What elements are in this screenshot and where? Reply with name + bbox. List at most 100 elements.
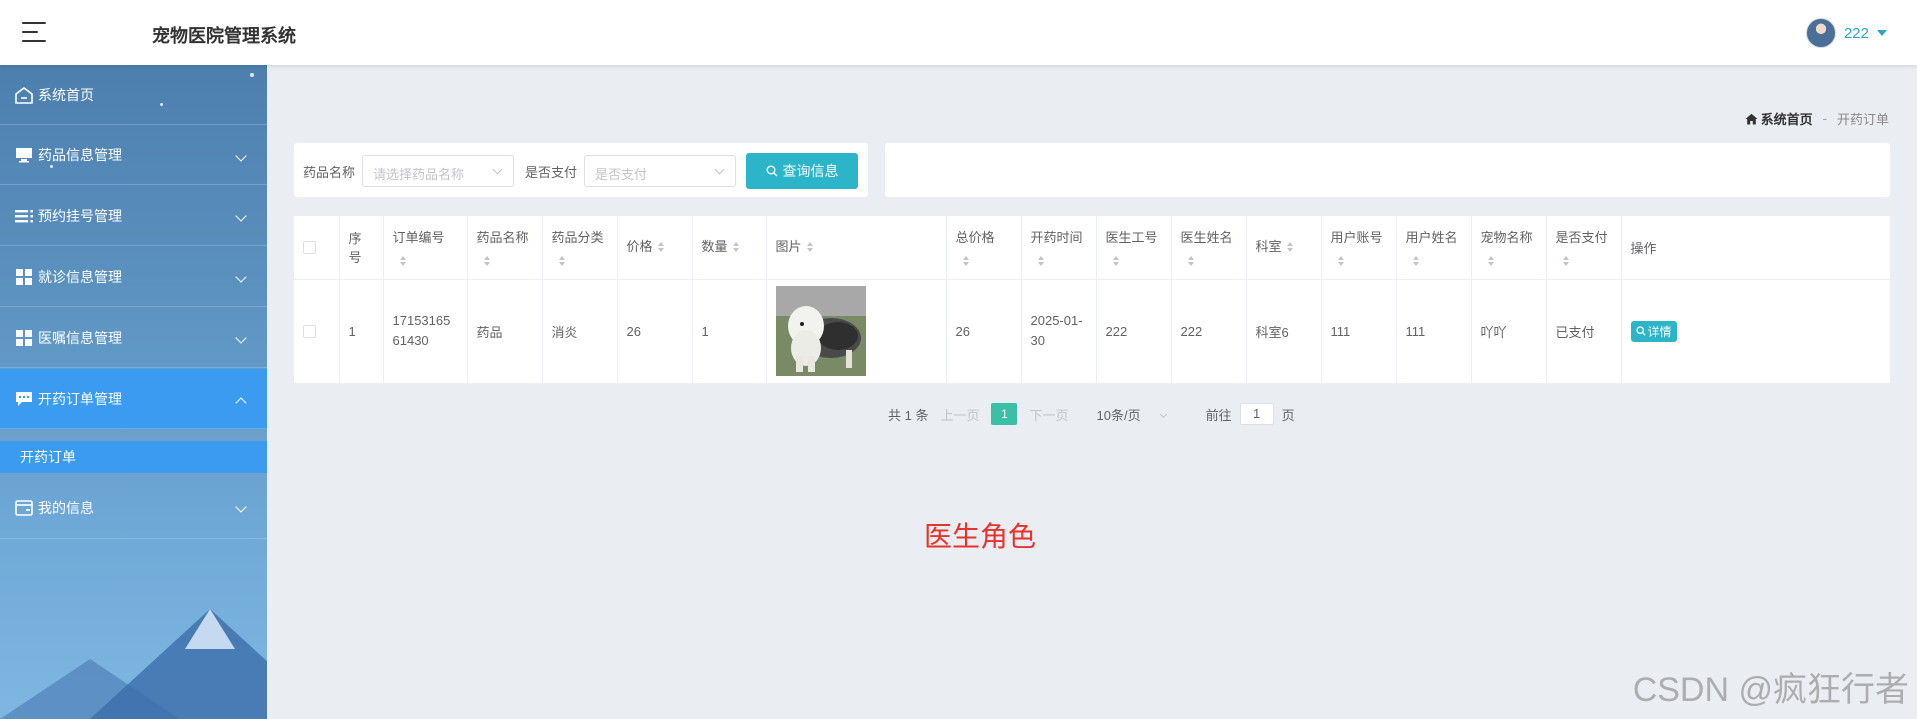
cell-index: 1 xyxy=(339,279,384,384)
row-select-cell[interactable] xyxy=(294,279,340,384)
sidebar-item-label: 药品信息管理 xyxy=(38,147,122,163)
sort-icon[interactable] xyxy=(1412,255,1419,266)
watermark: CSDN @疯狂行者 xyxy=(1632,671,1909,709)
header-drug-name[interactable]: 药品名称 xyxy=(467,216,543,280)
user-name[interactable]: 222 xyxy=(1844,25,1869,42)
avatar[interactable] xyxy=(1805,18,1836,48)
home-icon xyxy=(14,86,34,104)
home-icon xyxy=(1745,113,1758,124)
query-button[interactable]: 查询信息 xyxy=(746,153,858,189)
search-icon xyxy=(1635,326,1646,336)
cell-department: 科室6 xyxy=(1246,279,1322,384)
paid-label: 是否支付 xyxy=(525,165,578,180)
sidebar-item-label: 就诊信息管理 xyxy=(38,268,122,285)
header-department[interactable]: 科室 xyxy=(1246,216,1322,280)
sidebar-item-appointment[interactable]: 预约挂号管理 xyxy=(0,186,267,246)
header-doctor-id[interactable]: 医生工号 xyxy=(1096,216,1172,280)
search-icon xyxy=(766,165,777,177)
caret-down-icon[interactable] xyxy=(1877,30,1887,36)
row-checkbox[interactable] xyxy=(303,324,316,338)
header-quantity[interactable]: 数量 xyxy=(692,216,767,280)
sidebar-item-my-info[interactable]: 我的信息 xyxy=(0,477,267,539)
user-menu[interactable]: 222 xyxy=(1805,18,1887,48)
sort-icon[interactable] xyxy=(1487,255,1494,266)
sidebar-subitem-prescription-order[interactable]: 开药订单 xyxy=(0,441,267,473)
sort-icon[interactable] xyxy=(1112,255,1119,266)
paid-placeholder: 是否支付 xyxy=(595,167,648,182)
cell-quantity: 1 xyxy=(692,279,767,384)
sidebar-item-prescription[interactable]: 开药订单管理 xyxy=(0,369,267,429)
header-total[interactable]: 总价格 xyxy=(946,216,1022,280)
mountain-decoration xyxy=(90,609,267,719)
goto-suffix: 页 xyxy=(1281,407,1295,423)
sort-icon[interactable] xyxy=(657,242,664,253)
breadcrumb-home-label[interactable]: 系统首页 xyxy=(1761,109,1813,128)
table-header-row: 序号 订单编号 药品名称 药品分类 价格 数量 图片 总价格 开药时间 医生工号… xyxy=(294,216,1892,280)
prev-page-button[interactable]: 上一页 xyxy=(940,405,979,424)
sort-icon[interactable] xyxy=(1337,255,1344,266)
sort-icon[interactable] xyxy=(1562,255,1569,266)
sidebar: 系统首页 药品信息管理 预约挂号管理 就诊信息管理 医嘱信息管理 开药订单管理 xyxy=(0,65,267,719)
select-all-checkbox[interactable] xyxy=(303,240,316,254)
header-doctor-name[interactable]: 医生姓名 xyxy=(1171,216,1247,280)
chevron-up-icon xyxy=(235,397,247,409)
sidebar-item-visit[interactable]: 就诊信息管理 xyxy=(0,247,267,307)
table-row: 1 1715316561430 药品 消炎 26 1 26 2025-01-30… xyxy=(294,279,1892,384)
sidebar-item-label: 系统首页 xyxy=(38,86,94,103)
sort-icon[interactable] xyxy=(962,255,969,266)
header-user-account[interactable]: 用户账号 xyxy=(1321,216,1397,280)
page-number-current[interactable]: 1 xyxy=(991,403,1018,425)
pet-photo[interactable] xyxy=(775,286,866,376)
sidebar-item-medical-order[interactable]: 医嘱信息管理 xyxy=(0,308,267,368)
cell-user-account: 111 xyxy=(1321,279,1397,384)
header-pet-name[interactable]: 宠物名称 xyxy=(1471,216,1547,280)
detail-button[interactable]: 详情 xyxy=(1630,320,1677,342)
sort-icon[interactable] xyxy=(1187,255,1194,266)
sort-icon[interactable] xyxy=(732,242,739,253)
sort-icon[interactable] xyxy=(806,242,813,253)
drug-name-select[interactable]: 请选择药品名称 xyxy=(362,155,514,187)
header-image[interactable]: 图片 xyxy=(766,216,947,280)
chat-icon xyxy=(14,390,34,408)
cell-order-no: 1715316561430 xyxy=(383,279,468,384)
cell-doctor-id: 222 xyxy=(1096,279,1172,384)
chevron-down-icon xyxy=(714,164,725,175)
next-page-button[interactable]: 下一页 xyxy=(1029,405,1068,424)
cell-time: 2025-01-30 xyxy=(1021,279,1097,384)
sort-icon[interactable] xyxy=(558,255,565,266)
cell-user-name: 111 xyxy=(1396,279,1472,384)
sidebar-item-label: 我的信息 xyxy=(38,499,94,516)
chevron-down-icon xyxy=(235,150,247,162)
sidebar-item-home[interactable]: 系统首页 xyxy=(0,65,267,125)
header-paid[interactable]: 是否支付 xyxy=(1546,216,1622,280)
goto-page-input[interactable]: 1 xyxy=(1239,403,1274,425)
paid-select[interactable]: 是否支付 xyxy=(584,155,736,187)
breadcrumb-home[interactable]: 系统首页 xyxy=(1745,109,1813,128)
sort-icon[interactable] xyxy=(399,255,406,266)
menu-toggle-icon[interactable] xyxy=(22,22,46,42)
sort-icon[interactable] xyxy=(483,255,490,266)
header-time[interactable]: 开药时间 xyxy=(1021,216,1097,280)
cell-image xyxy=(766,279,947,384)
query-button-label: 查询信息 xyxy=(782,163,839,179)
grid-icon xyxy=(14,268,34,286)
chevron-down-icon xyxy=(235,332,247,344)
sidebar-item-label: 开药订单管理 xyxy=(38,390,122,407)
header-select-all[interactable] xyxy=(294,216,340,280)
chevron-down-icon xyxy=(1159,410,1167,418)
header-order-no[interactable]: 订单编号 xyxy=(383,216,468,280)
header-price[interactable]: 价格 xyxy=(617,216,693,280)
chevron-down-icon xyxy=(235,210,247,222)
pagination: 共 1 条 上一页 1 下一页 10条/页 前往 1 页 xyxy=(888,403,1295,425)
cell-price: 26 xyxy=(617,279,693,384)
page-size-select[interactable]: 10条/页 xyxy=(1096,405,1167,424)
page-size-value: 10条/页 xyxy=(1096,407,1141,423)
breadcrumb: 系统首页 - 开药订单 xyxy=(1745,109,1889,128)
header-action: 操作 xyxy=(1621,216,1892,280)
header-drug-category[interactable]: 药品分类 xyxy=(542,216,618,280)
header-user-name[interactable]: 用户姓名 xyxy=(1396,216,1472,280)
sidebar-item-drug-info[interactable]: 药品信息管理 xyxy=(0,126,267,185)
sort-icon[interactable] xyxy=(1037,255,1044,266)
sort-icon[interactable] xyxy=(1286,242,1293,253)
mountain-snow-decoration xyxy=(185,609,235,649)
